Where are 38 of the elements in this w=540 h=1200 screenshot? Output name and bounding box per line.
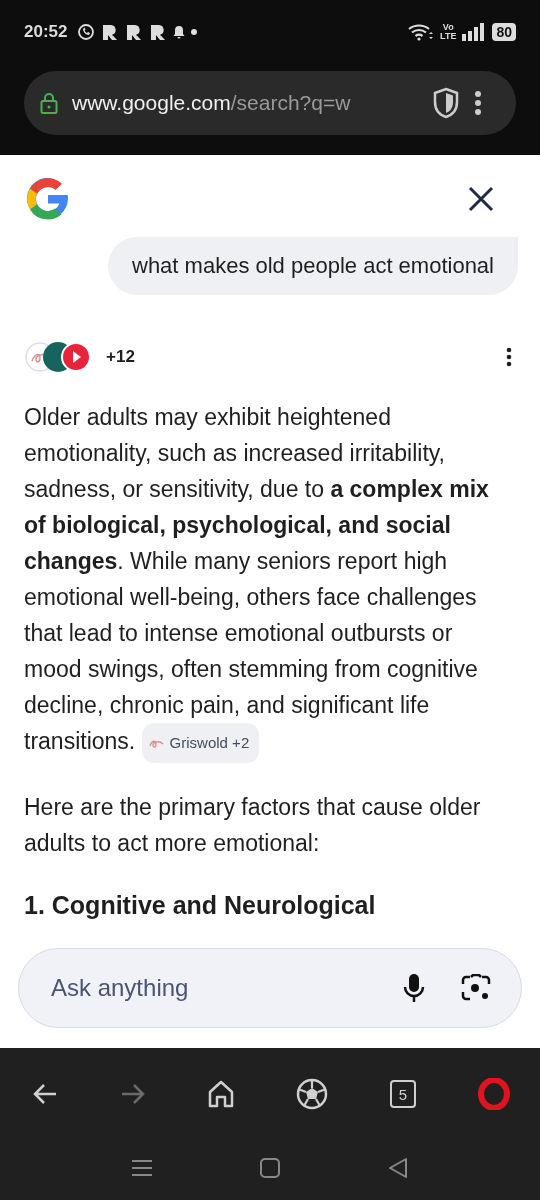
lock-icon [40,92,58,114]
ask-field[interactable]: Ask anything [49,973,367,1003]
citation-chip[interactable]: Griswold +2 [141,723,260,763]
camera-icon[interactable] [461,974,491,1002]
close-icon[interactable] [468,186,494,212]
chat-icon [77,23,96,41]
menu-icon[interactable] [474,90,482,116]
home-button-icon[interactable] [260,1158,280,1178]
url-host: www.google.com [72,91,231,114]
source-count: +12 [106,347,135,367]
signal-icon [462,23,487,41]
ask-bar[interactable]: Ask anything [18,948,522,1028]
home-icon[interactable] [208,1080,234,1108]
answer-paragraph: Here are the primary factors that cause older adults to act more emotional: [24,793,482,858]
dot-icon [191,29,198,35]
network-label: LTE [440,32,457,41]
bell-icon [173,25,186,39]
microphone-icon[interactable] [403,973,425,1003]
battery-level: 80 [492,23,516,41]
section-heading: 1. Cognitive and Neurological [24,891,377,920]
clock: 20:52 [24,22,68,42]
app-icon [101,23,120,41]
shield-icon[interactable] [432,87,460,119]
app-icon [125,23,144,41]
recents-icon[interactable] [132,1159,152,1177]
more-icon[interactable] [506,347,512,367]
address-bar[interactable]: www.google.com/search?q=w [24,71,516,135]
answer-paragraph: Older adults may exhibit heightened emotionality, such as increased irritability, sadness, or sensitivity, due to a complex mix of biological, psychological, and social changes. While many seniors report high emotional well-being, others face challenges that lead to intense emotional outbursts or mood swings, often stemming from cognitive decline, chronic pain, and significant life transitions. Griswold +2 [24,399,516,763]
back-button-icon[interactable] [388,1158,408,1178]
back-icon[interactable] [32,1082,58,1106]
url-path: /search?q=w [230,91,351,114]
ball-icon[interactable] [296,1078,328,1110]
network-label: Vo [442,23,454,32]
opera-icon[interactable] [478,1078,510,1110]
tabs-button[interactable]: 5 [390,1080,416,1108]
app-icon [149,23,168,41]
wifi-icon [408,23,435,41]
query-bubble: what makes old people act emotional [108,237,518,295]
